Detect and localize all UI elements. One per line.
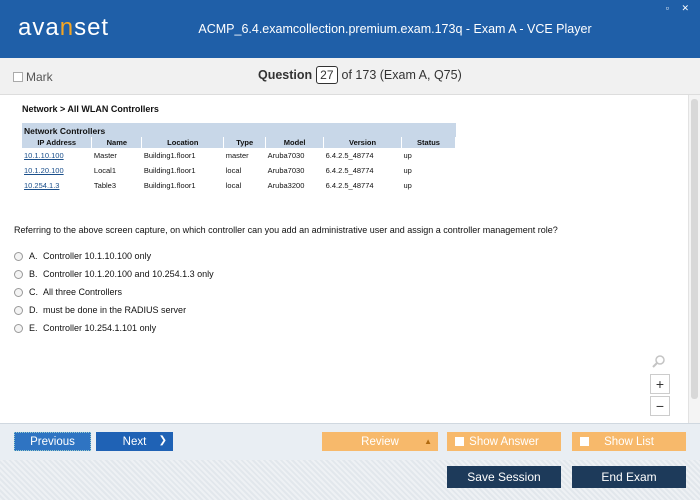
- end-exam-button[interactable]: End Exam: [572, 466, 686, 488]
- scrollbar-thumb[interactable]: [691, 99, 698, 399]
- option-letter: A.: [29, 251, 38, 261]
- table-cell: up: [403, 151, 412, 160]
- question-indicator: Question 27 of 173 (Exam A, Q75): [258, 66, 462, 84]
- zoom-out-button[interactable]: −: [650, 396, 670, 416]
- question-text: Referring to the above screen capture, o…: [14, 225, 558, 235]
- exhibit-caption: Network Controllers: [22, 123, 456, 137]
- table-cell: 6.4.2.5_48774: [325, 151, 374, 160]
- option-text: Controller 10.1.10.100 only: [43, 251, 152, 261]
- table-cell: up: [403, 181, 412, 190]
- mark-label: Mark: [26, 70, 53, 84]
- table-cell: Aruba7030: [267, 151, 305, 160]
- radio-button[interactable]: [14, 323, 23, 333]
- option-text: All three Controllers: [43, 287, 123, 297]
- question-content: Network > All WLAN Controllers Network C…: [0, 95, 688, 423]
- col-location: Location: [141, 137, 225, 148]
- previous-button[interactable]: Previous: [14, 432, 91, 451]
- exhibit-table: Network Controllers IP Address Name Loca…: [22, 123, 456, 193]
- table-row: 10.254.1.3 Table3 Building1.floor1 local…: [22, 178, 456, 193]
- mark-checkbox[interactable]: Mark: [13, 70, 53, 84]
- table-cell: up: [403, 166, 412, 175]
- next-label: Next: [122, 435, 147, 448]
- table-cell: Aruba7030: [267, 166, 305, 175]
- table-cell: 6.4.2.5_48774: [325, 181, 374, 190]
- window-title: ACMP_6.4.examcollection.premium.exam.173…: [198, 22, 592, 36]
- table-row: 10.1.20.100 Local1 Building1.floor1 loca…: [22, 163, 456, 178]
- magnifier-icon: [652, 355, 665, 368]
- review-label: Review: [361, 435, 399, 448]
- table-cell: Master: [93, 151, 117, 160]
- col-name: Name: [91, 137, 143, 148]
- col-version: Version: [323, 137, 403, 148]
- ip-link[interactable]: 10.1.20.100: [24, 166, 64, 175]
- exhibit-breadcrumb: Network > All WLAN Controllers: [22, 104, 159, 114]
- window-controls[interactable]: ▫ ✕: [666, 3, 694, 14]
- review-button[interactable]: Review ▲: [322, 432, 438, 451]
- answer-options: A. Controller 10.1.10.100 only B. Contro…: [14, 247, 214, 337]
- checkbox-icon[interactable]: [13, 72, 23, 82]
- table-cell: 6.4.2.5_48774: [325, 166, 374, 175]
- option-letter: E.: [29, 323, 38, 333]
- option-c[interactable]: C. All three Controllers: [14, 283, 214, 301]
- radio-button[interactable]: [14, 269, 23, 279]
- radio-button[interactable]: [14, 251, 23, 261]
- table-cell: Building1.floor1: [143, 181, 196, 190]
- table-cell: master: [225, 151, 249, 160]
- save-session-button[interactable]: Save Session: [447, 466, 561, 488]
- table-header-row: IP Address Name Location Type Model Vers…: [22, 137, 456, 148]
- option-letter: D.: [29, 305, 38, 315]
- checkbox-icon: [580, 437, 589, 446]
- chevron-right-icon: ❯: [158, 435, 167, 446]
- previous-label: Previous: [30, 435, 75, 448]
- col-model: Model: [265, 137, 325, 148]
- zoom-in-button[interactable]: +: [650, 374, 670, 394]
- title-bar: avanset ACMP_6.4.examcollection.premium.…: [0, 0, 700, 58]
- ip-link[interactable]: 10.1.10.100: [24, 151, 64, 160]
- option-text: Controller 10.254.1.101 only: [43, 323, 157, 333]
- question-label: Question: [258, 68, 313, 82]
- table-row: 10.1.10.100 Master Building1.floor1 mast…: [22, 148, 456, 163]
- option-d[interactable]: D. must be done in the RADIUS server: [14, 301, 214, 319]
- show-list-label: Show List: [604, 435, 654, 448]
- option-e[interactable]: E. Controller 10.254.1.101 only: [14, 319, 214, 337]
- option-b[interactable]: B. Controller 10.1.20.100 and 10.254.1.3…: [14, 265, 214, 283]
- triangle-up-icon: ▲: [424, 437, 432, 446]
- option-letter: C.: [29, 287, 38, 297]
- question-bar: Mark Question 27 of 173 (Exam A, Q75): [0, 58, 700, 95]
- option-a[interactable]: A. Controller 10.1.10.100 only: [14, 247, 214, 265]
- table-cell: Table3: [93, 181, 117, 190]
- table-cell: Building1.floor1: [143, 151, 196, 160]
- option-text: must be done in the RADIUS server: [43, 305, 187, 315]
- table-cell: Aruba3200: [267, 181, 305, 190]
- table-cell: local: [225, 166, 242, 175]
- col-type: Type: [223, 137, 267, 148]
- option-letter: B.: [29, 269, 38, 279]
- show-list-button[interactable]: Show List: [572, 432, 686, 451]
- table-cell: local: [225, 181, 242, 190]
- question-number-input[interactable]: 27: [316, 66, 338, 84]
- radio-button[interactable]: [14, 305, 23, 315]
- next-button[interactable]: Next ❯: [96, 432, 173, 451]
- vertical-scrollbar[interactable]: [688, 95, 700, 423]
- option-text: Controller 10.1.20.100 and 10.254.1.3 on…: [43, 269, 214, 279]
- show-answer-label: Show Answer: [469, 435, 539, 448]
- checkbox-icon: [455, 437, 464, 446]
- col-ip: IP Address: [22, 137, 93, 148]
- col-status: Status: [401, 137, 456, 148]
- radio-button[interactable]: [14, 287, 23, 297]
- question-total: of 173 (Exam A, Q75): [341, 68, 462, 82]
- show-answer-button[interactable]: Show Answer: [447, 432, 561, 451]
- table-cell: Building1.floor1: [143, 166, 196, 175]
- ip-link[interactable]: 10.254.1.3: [24, 181, 59, 190]
- table-cell: Local1: [93, 166, 117, 175]
